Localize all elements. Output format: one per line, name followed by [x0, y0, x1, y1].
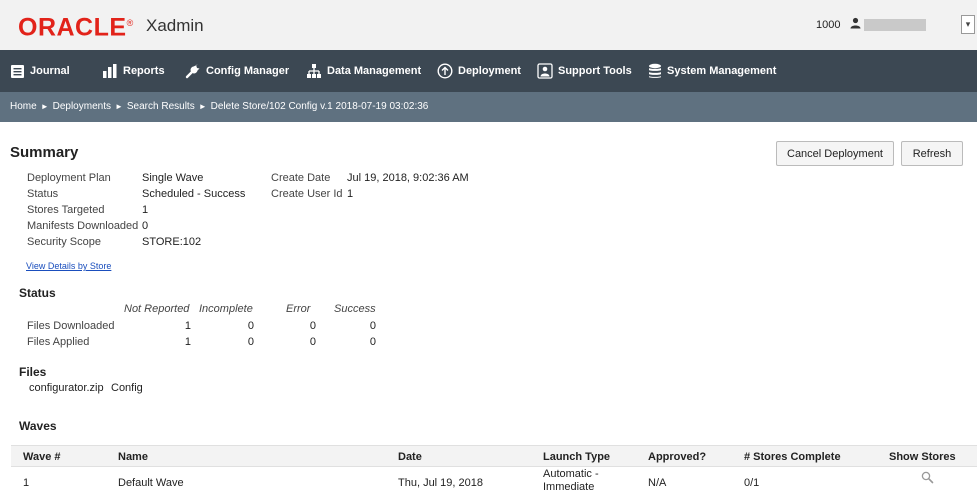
col-incomplete: Incomplete — [199, 303, 253, 315]
wrench-icon — [185, 63, 201, 79]
waves-heading: Waves — [19, 419, 57, 433]
breadcrumb-bar: Home ► Deployments ► Search Results ► Delete S… — [0, 92, 977, 122]
nav-deployment-label: Deployment — [458, 65, 521, 77]
files-applied-not-reported: 1 — [184, 336, 191, 348]
col-launch-type: Launch Type — [543, 451, 611, 463]
files-applied-label: Files Applied — [27, 336, 90, 348]
nav-config-manager[interactable]: Config Manager — [185, 50, 289, 92]
files-applied-success: 0 — [369, 336, 376, 348]
col-wave-number: Wave # — [23, 451, 61, 463]
stores-targeted-value: 1 — [142, 204, 149, 216]
bar-chart-icon — [102, 63, 118, 79]
nav-reports-label: Reports — [123, 65, 165, 77]
col-show-stores: Show Stores — [889, 451, 956, 463]
main-nav: Journal Reports Config Manager Data Mana… — [0, 50, 977, 92]
deployment-plan-label: Deployment Plan — [27, 172, 111, 184]
nav-config-manager-label: Config Manager — [206, 65, 290, 77]
user-name-redacted — [864, 19, 926, 31]
wave-stores-complete: 0/1 — [744, 477, 760, 489]
breadcrumb-current: Delete Store/102 Config v.1 2018-07-19 0… — [210, 101, 429, 112]
file-name: configurator.zip — [29, 382, 104, 394]
col-not-reported: Not Reported — [124, 303, 190, 315]
wave-date: Thu, Jul 19, 2018 — [398, 477, 484, 489]
app-name: Xadmin — [146, 16, 204, 35]
nav-support-tools-label: Support Tools — [558, 65, 632, 77]
nav-data-management-label: Data Management — [327, 65, 422, 77]
waves-table-header: Wave # Name Date Launch Type Approved? #… — [11, 445, 977, 467]
journal-icon — [10, 64, 25, 79]
files-applied-error: 0 — [309, 336, 316, 348]
cancel-deployment-button[interactable]: Cancel Deployment — [776, 141, 894, 166]
nav-reports[interactable]: Reports — [102, 50, 165, 92]
user-icon — [850, 17, 861, 32]
files-downloaded-not-reported: 1 — [184, 320, 191, 332]
nav-data-management[interactable]: Data Management — [306, 50, 421, 92]
top-bar: ORACLE® Xadmin 1000 ▾ — [0, 0, 977, 50]
files-downloaded-label: Files Downloaded — [27, 320, 115, 332]
magnifier-icon[interactable] — [921, 471, 934, 487]
view-details-by-store-link[interactable]: View Details by Store — [26, 261, 111, 271]
wave-approved: N/A — [648, 477, 667, 489]
col-date: Date — [398, 451, 422, 463]
nav-journal-label: Journal — [30, 65, 70, 77]
status-heading: Status — [19, 286, 56, 300]
stores-targeted-label: Stores Targeted — [27, 204, 105, 216]
breadcrumb-home[interactable]: Home — [10, 101, 37, 112]
cloud-upload-icon — [437, 63, 453, 79]
manifests-downloaded-label: Manifests Downloaded — [27, 220, 139, 232]
nav-support-tools[interactable]: Support Tools — [537, 50, 632, 92]
hierarchy-icon — [306, 63, 322, 79]
support-person-icon — [537, 63, 553, 79]
col-stores-complete: # Stores Complete — [744, 451, 841, 463]
user-menu-dropdown[interactable]: ▾ — [961, 15, 975, 34]
summary-heading: Summary — [10, 144, 79, 161]
col-approved: Approved? — [648, 451, 707, 463]
file-type: Config — [111, 382, 143, 394]
database-icon — [648, 63, 662, 79]
nav-deployment[interactable]: Deployment — [437, 50, 521, 92]
store-number: 1000 — [816, 19, 841, 31]
col-error: Error — [286, 303, 311, 315]
create-user-id-label: Create User Id — [271, 188, 343, 200]
create-date-value: Jul 19, 2018, 9:02:36 AM — [347, 172, 469, 184]
oracle-logo: ORACLE® — [18, 13, 134, 42]
files-heading: Files — [19, 365, 47, 379]
nav-system-management-label: System Management — [667, 65, 777, 77]
manifests-downloaded-value: 0 — [142, 220, 149, 232]
nav-system-management[interactable]: System Management — [648, 50, 776, 92]
status-label: Status — [27, 188, 59, 200]
status-value: Scheduled - Success — [142, 188, 246, 200]
files-applied-incomplete: 0 — [247, 336, 254, 348]
security-scope-label: Security Scope — [27, 236, 101, 248]
files-downloaded-success: 0 — [369, 320, 376, 332]
create-date-label: Create Date — [271, 172, 331, 184]
security-scope-value: STORE:102 — [142, 236, 202, 248]
wave-launch-type: Automatic - Immediate — [543, 468, 599, 493]
col-success: Success — [334, 303, 376, 315]
col-name: Name — [118, 451, 148, 463]
breadcrumb: Home ► Deployments ► Search Results ► Delete S… — [10, 101, 429, 112]
deployment-plan-value: Single Wave — [142, 172, 204, 184]
wave-number: 1 — [23, 477, 30, 489]
breadcrumb-search-results[interactable]: Search Results — [127, 101, 195, 112]
create-user-id-value: 1 — [347, 188, 354, 200]
nav-journal[interactable]: Journal — [10, 50, 70, 92]
breadcrumb-deployments[interactable]: Deployments — [53, 101, 111, 112]
table-row: 1 Default Wave Thu, Jul 19, 2018 Automat… — [11, 467, 977, 497]
files-downloaded-incomplete: 0 — [247, 320, 254, 332]
refresh-button[interactable]: Refresh — [901, 141, 963, 166]
files-downloaded-error: 0 — [309, 320, 316, 332]
wave-name: Default Wave — [118, 477, 184, 489]
